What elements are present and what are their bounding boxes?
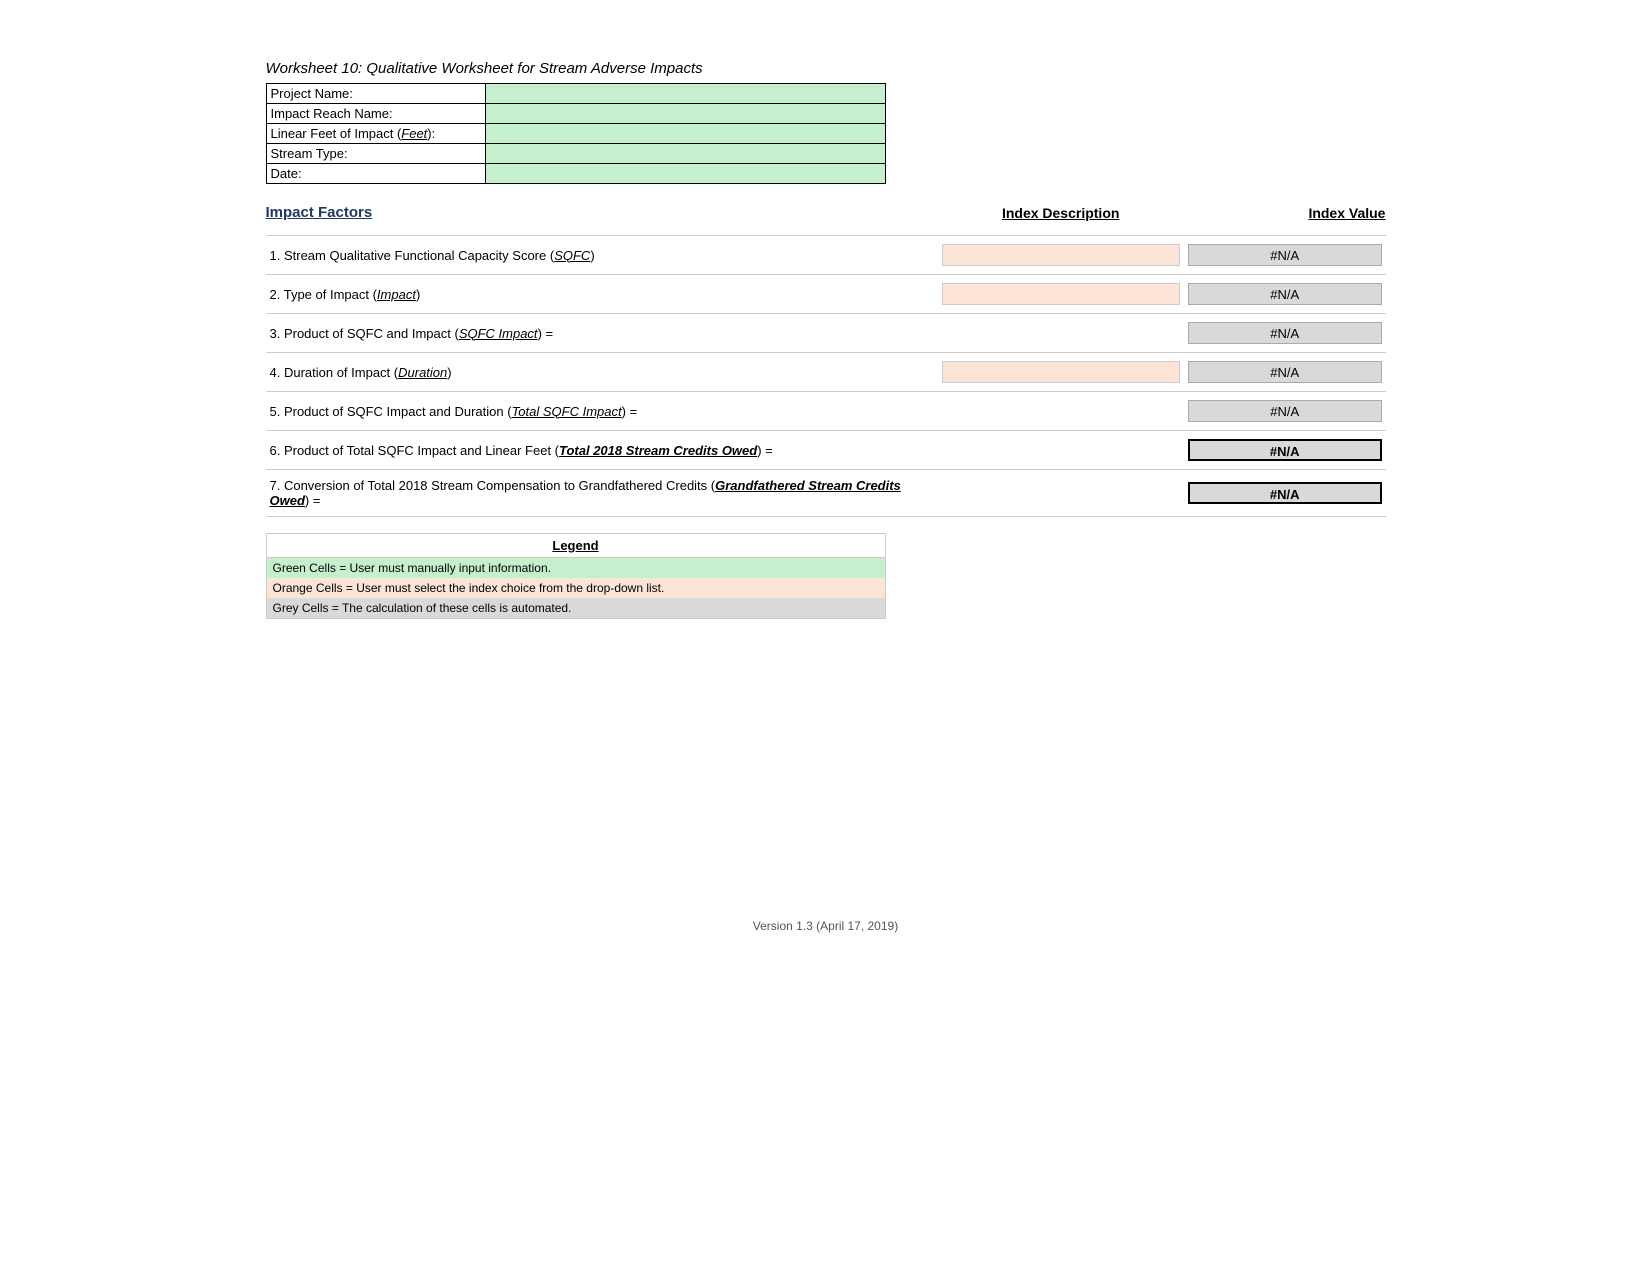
header-value[interactable] — [486, 144, 885, 164]
description-cell — [938, 470, 1184, 517]
value-cell: #N/A — [1184, 470, 1386, 517]
legend-section: Legend Green Cells = User must manually … — [266, 533, 886, 619]
header-table: Project Name:Impact Reach Name:Linear Fe… — [266, 83, 886, 184]
value-cell: #N/A — [1184, 353, 1386, 392]
header-value[interactable] — [486, 104, 885, 124]
page-wrapper: Worksheet 10: Qualitative Worksheet for … — [226, 0, 1426, 973]
header-label: Impact Reach Name: — [266, 104, 486, 124]
legend-title: Legend — [267, 534, 885, 558]
index-description-header: Index Description — [938, 205, 1184, 221]
description-cell — [938, 314, 1184, 353]
factor-cell: 4. Duration of Impact (Duration) — [266, 353, 938, 392]
index-value: #N/A — [1188, 439, 1382, 461]
table-row: 1. Stream Qualitative Functional Capacit… — [266, 236, 1386, 275]
legend-item: Grey Cells = The calculation of these ce… — [267, 598, 885, 618]
worksheet-title: Worksheet 10: Qualitative Worksheet for … — [266, 60, 1386, 77]
legend-item: Orange Cells = User must select the inde… — [267, 578, 885, 598]
description-cell — [938, 392, 1184, 431]
table-row: 2. Type of Impact (Impact) #N/A — [266, 275, 1386, 314]
table-row: 4. Duration of Impact (Duration) #N/A — [266, 353, 1386, 392]
factor-cell: 3. Product of SQFC and Impact (SQFC Impa… — [266, 314, 938, 353]
section-headers: Impact Factors Index Description Index V… — [266, 204, 1386, 225]
factor-cell: 6. Product of Total SQFC Impact and Line… — [266, 431, 938, 470]
index-value: #N/A — [1188, 361, 1382, 383]
value-cell: #N/A — [1184, 236, 1386, 275]
index-value: #N/A — [1188, 283, 1382, 305]
footer: Version 1.3 (April 17, 2019) — [266, 919, 1386, 933]
legend-item: Green Cells = User must manually input i… — [267, 558, 885, 578]
value-cell: #N/A — [1184, 314, 1386, 353]
description-cell[interactable] — [938, 353, 1184, 392]
main-table: 1. Stream Qualitative Functional Capacit… — [266, 235, 1386, 517]
factor-cell: 7. Conversion of Total 2018 Stream Compe… — [266, 470, 938, 517]
description-cell[interactable] — [938, 236, 1184, 275]
header-value[interactable] — [486, 164, 885, 184]
index-value: #N/A — [1188, 400, 1382, 422]
table-row: 3. Product of SQFC and Impact (SQFC Impa… — [266, 314, 1386, 353]
index-value-header: Index Value — [1184, 205, 1386, 221]
index-value: #N/A — [1188, 322, 1382, 344]
index-value: #N/A — [1188, 244, 1382, 266]
factor-cell: 5. Product of SQFC Impact and Duration (… — [266, 392, 938, 431]
header-label: Linear Feet of Impact (Feet): — [266, 124, 486, 144]
header-label: Project Name: — [266, 84, 486, 104]
value-cell: #N/A — [1184, 392, 1386, 431]
table-row: 5. Product of SQFC Impact and Duration (… — [266, 392, 1386, 431]
header-label: Date: — [266, 164, 486, 184]
description-cell — [938, 431, 1184, 470]
value-cell: #N/A — [1184, 275, 1386, 314]
factor-cell: 2. Type of Impact (Impact) — [266, 275, 938, 314]
header-value[interactable] — [486, 84, 885, 104]
table-row: 7. Conversion of Total 2018 Stream Compe… — [266, 470, 1386, 517]
value-cell: #N/A — [1184, 431, 1386, 470]
header-value[interactable] — [486, 124, 885, 144]
table-row: 6. Product of Total SQFC Impact and Line… — [266, 431, 1386, 470]
index-value: #N/A — [1188, 482, 1382, 504]
factor-cell: 1. Stream Qualitative Functional Capacit… — [266, 236, 938, 275]
header-label: Stream Type: — [266, 144, 486, 164]
impact-factors-header: Impact Factors — [266, 204, 938, 221]
description-cell[interactable] — [938, 275, 1184, 314]
